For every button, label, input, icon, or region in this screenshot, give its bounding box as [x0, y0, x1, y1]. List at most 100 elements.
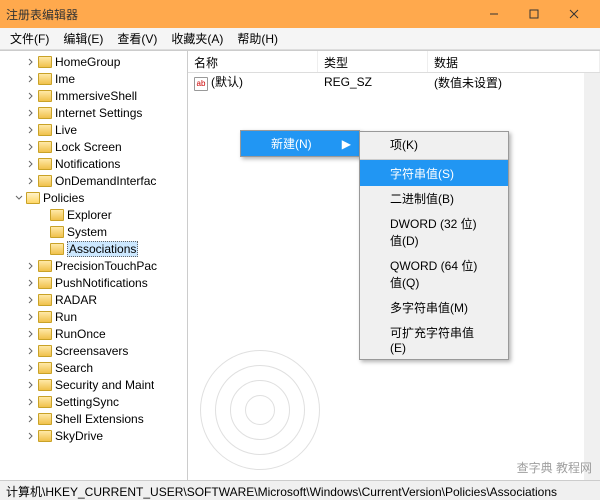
tree-item[interactable]: Explorer: [0, 206, 187, 223]
content-area: HomeGroup ImeImmersiveShell Internet Setti…: [0, 50, 600, 480]
tree-item[interactable]: Run: [0, 308, 187, 325]
tree-item[interactable]: PushNotifications: [0, 274, 187, 291]
tree-item[interactable]: Lock Screen: [0, 138, 187, 155]
chevron-right-icon: [26, 431, 36, 441]
folder-icon: [50, 226, 64, 238]
submenu-item[interactable]: DWORD (32 位)值(D): [360, 211, 508, 253]
folder-icon: [50, 243, 64, 255]
tree-item[interactable]: Notifications: [0, 155, 187, 172]
chevron-right-icon: [26, 74, 36, 84]
folder-icon: [38, 430, 52, 442]
folder-icon: [38, 158, 52, 170]
tree-item-label: OnDemandInterfac: [55, 174, 156, 188]
submenu[interactable]: 项(K)字符串值(S)二进制值(B)DWORD (32 位)值(D)QWORD …: [359, 131, 509, 360]
folder-icon: [38, 345, 52, 357]
tree-item[interactable]: RunOnce: [0, 325, 187, 342]
chevron-right-icon: [26, 159, 36, 169]
maximize-button[interactable]: [514, 0, 554, 28]
menu-view[interactable]: 查看(V): [111, 28, 163, 49]
tree-item[interactable]: Security and Maint: [0, 376, 187, 393]
folder-icon: [38, 260, 52, 272]
menu-help[interactable]: 帮助(H): [231, 28, 284, 49]
tree-item[interactable]: Search: [0, 359, 187, 376]
chevron-right-icon: [26, 346, 36, 356]
tree-item-label: RADAR: [55, 293, 97, 307]
row-type-cell: REG_SZ: [318, 74, 428, 90]
tree-item[interactable]: SettingSync: [0, 393, 187, 410]
window-title: 注册表编辑器: [6, 6, 474, 23]
chevron-right-icon: [26, 397, 36, 407]
context-new[interactable]: 新建(N) ▶: [241, 131, 359, 156]
folder-icon: [38, 56, 52, 68]
tree-item[interactable]: RADAR: [0, 291, 187, 308]
tree-item-label: SkyDrive: [55, 429, 103, 443]
tree-item-label: PrecisionTouchPac: [55, 259, 157, 273]
tree-item-label: RunOnce: [55, 327, 106, 341]
folder-icon: [38, 141, 52, 153]
folder-icon: [38, 311, 52, 323]
close-button[interactable]: [554, 0, 594, 28]
tree-item-label: Policies: [43, 191, 84, 205]
chevron-right-icon: [26, 380, 36, 390]
column-data[interactable]: 数据: [428, 51, 600, 72]
folder-icon: [38, 175, 52, 187]
menu-edit[interactable]: 编辑(E): [57, 28, 109, 49]
tree-item-label: Ime: [55, 72, 75, 86]
submenu-item[interactable]: 字符串值(S): [360, 159, 508, 186]
column-name[interactable]: 名称: [188, 51, 318, 72]
submenu-item[interactable]: 多字符串值(M): [360, 295, 508, 320]
minimize-button[interactable]: [474, 0, 514, 28]
chevron-right-icon: [26, 414, 36, 424]
tree-item-label: Explorer: [67, 208, 112, 222]
tree-item[interactable]: Shell Extensions: [0, 410, 187, 427]
chevron-right-icon: [26, 329, 36, 339]
tree-item[interactable]: ImmersiveShell: [0, 87, 187, 104]
folder-icon: [38, 124, 52, 136]
tree-item[interactable]: SkyDrive: [0, 427, 187, 444]
list-row[interactable]: ab(默认) REG_SZ (数值未设置): [188, 73, 600, 91]
column-type[interactable]: 类型: [318, 51, 428, 72]
tree-item[interactable]: Live: [0, 121, 187, 138]
tree-item-label: Run: [55, 310, 77, 324]
submenu-item[interactable]: 项(K): [360, 132, 508, 157]
tree-item[interactable]: Ime: [0, 70, 187, 87]
tree-item-label: HomeGroup: [55, 55, 120, 69]
folder-icon: [38, 90, 52, 102]
folder-icon: [38, 379, 52, 391]
chevron-right-icon: [26, 295, 36, 305]
chevron-right-icon: [26, 261, 36, 271]
folder-icon: [38, 73, 52, 85]
tree-item[interactable]: Screensavers: [0, 342, 187, 359]
submenu-arrow-icon: ▶: [342, 137, 351, 151]
tree-item[interactable]: System: [0, 223, 187, 240]
chevron-down-icon: [14, 193, 24, 203]
tree-item-label: Lock Screen: [55, 140, 122, 154]
context-menu[interactable]: 新建(N) ▶ 项(K)字符串值(S)二进制值(B)DWORD (32 位)值(…: [240, 130, 360, 157]
submenu-item[interactable]: 二进制值(B): [360, 186, 508, 211]
tree-item[interactable]: Associations: [0, 240, 187, 257]
tree-item[interactable]: HomeGroup: [0, 53, 187, 70]
submenu-item[interactable]: 可扩充字符串值(E): [360, 320, 508, 359]
tree-item-label: Screensavers: [55, 344, 128, 358]
tree-item[interactable]: OnDemandInterfac: [0, 172, 187, 189]
tree-item-label: Security and Maint: [55, 378, 154, 392]
tree-view[interactable]: HomeGroup ImeImmersiveShell Internet Setti…: [0, 51, 188, 480]
tree-item-label: Internet Settings: [55, 106, 142, 120]
chevron-right-icon: [26, 176, 36, 186]
chevron-right-icon: [26, 125, 36, 135]
folder-icon: [38, 396, 52, 408]
row-name-cell: ab(默认): [188, 72, 318, 92]
tree-item-label: Live: [55, 123, 77, 137]
tree-item-label: Notifications: [55, 157, 120, 171]
chevron-right-icon: [26, 108, 36, 118]
scrollbar[interactable]: [584, 73, 600, 480]
menu-favorites[interactable]: 收藏夹(A): [165, 28, 229, 49]
tree-item[interactable]: PrecisionTouchPac: [0, 257, 187, 274]
chevron-right-icon: [26, 57, 36, 67]
tree-item[interactable]: Internet Settings: [0, 104, 187, 121]
tree-item[interactable]: Policies: [0, 189, 187, 206]
submenu-item[interactable]: QWORD (64 位)值(Q): [360, 253, 508, 295]
folder-icon: [38, 413, 52, 425]
menu-file[interactable]: 文件(F): [4, 28, 55, 49]
tree-item-label: Shell Extensions: [55, 412, 144, 426]
